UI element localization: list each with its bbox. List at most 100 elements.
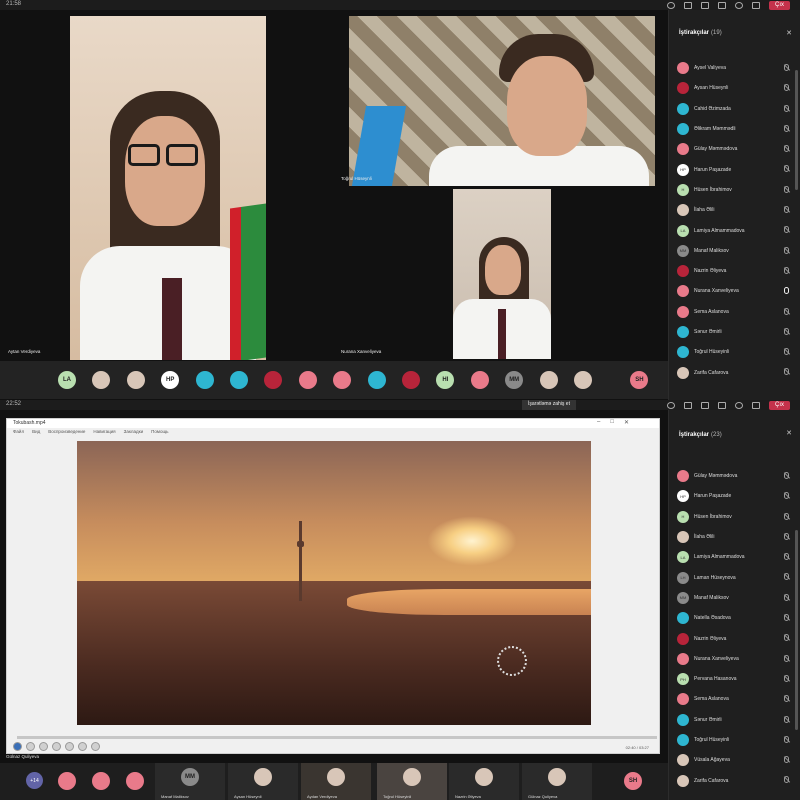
maximize-icon[interactable]: □ xyxy=(610,419,614,426)
participant-row[interactable]: Sema Aslanova xyxy=(677,689,793,709)
participant-row[interactable]: HP Harun Paşazade xyxy=(677,486,793,506)
participant-avatar[interactable]: HI xyxy=(436,371,455,389)
participant-avatar[interactable] xyxy=(230,371,248,389)
participant-avatar[interactable] xyxy=(195,371,214,389)
player-menu-item[interactable]: Файл xyxy=(13,429,24,435)
participant-avatar[interactable] xyxy=(92,371,111,389)
video-tile-togrul[interactable] xyxy=(349,16,655,186)
participant-row[interactable]: LA Lamiya Almammadova xyxy=(677,220,793,240)
rewind-icon[interactable] xyxy=(39,742,48,751)
participant-row[interactable]: MM Manaf Maliksov xyxy=(677,588,793,608)
chat-icon[interactable] xyxy=(684,1,692,9)
participant-row[interactable]: PH Pervana Hasanova xyxy=(677,669,793,689)
participant-row[interactable]: H Hüsen İbrahimov xyxy=(677,507,793,527)
participant-row[interactable]: LA Lamiya Almammadova xyxy=(677,547,793,567)
participant-row[interactable]: Nazrin Əliyeva xyxy=(677,628,793,648)
participant-row[interactable]: Aysel Valiyeva xyxy=(677,58,793,78)
participant-avatar[interactable]: LA xyxy=(58,371,76,389)
participant-avatar[interactable] xyxy=(58,772,76,790)
player-menu-item[interactable]: Закладки xyxy=(124,429,143,435)
next-icon[interactable] xyxy=(65,742,74,751)
share-icon[interactable] xyxy=(752,1,760,9)
participant-avatar[interactable] xyxy=(126,772,144,790)
participant-row[interactable]: Nurana Xanveliyeva xyxy=(677,281,793,301)
more-icon[interactable] xyxy=(701,401,709,409)
participant-row[interactable]: İlaha Əlili xyxy=(677,200,793,220)
player-menu-item[interactable]: Навигация xyxy=(93,429,115,435)
prev-icon[interactable] xyxy=(52,742,61,751)
participant-row[interactable]: HP Harun Paşazade xyxy=(677,159,793,179)
video-strip-tile[interactable]: Aysan Hüseynli xyxy=(228,763,298,800)
chat-icon[interactable] xyxy=(684,401,692,409)
participant-avatar[interactable] xyxy=(367,371,386,389)
participant-avatar[interactable]: HP xyxy=(161,371,180,389)
play-icon[interactable] xyxy=(13,742,22,751)
video-strip-tile[interactable]: Nazrin Əliyeva xyxy=(449,763,519,800)
close-icon[interactable]: ✕ xyxy=(786,29,792,37)
participant-avatar[interactable] xyxy=(333,371,352,389)
stop-icon[interactable] xyxy=(26,742,35,751)
playlist-icon[interactable] xyxy=(91,742,100,751)
participant-row[interactable]: LH Laman Hüseynova xyxy=(677,567,793,587)
participant-row[interactable]: Aysan Hüseynli xyxy=(677,78,793,98)
participant-row[interactable]: Zarifa Cafarova xyxy=(677,770,793,790)
participants-icon[interactable] xyxy=(667,401,675,409)
participant-row[interactable]: Gülay Məmmədova xyxy=(677,466,793,486)
video-strip-tile[interactable]: Gülnaz Quliyeva xyxy=(522,763,592,800)
mic-icon[interactable] xyxy=(735,1,743,9)
participant-row[interactable]: Sema Aslanova xyxy=(677,302,793,322)
participant-avatar[interactable] xyxy=(264,371,283,389)
participant-avatar[interactable] xyxy=(92,772,110,790)
camera-icon[interactable] xyxy=(718,401,726,409)
leave-button[interactable]: Çıx xyxy=(769,400,790,410)
media-player-window[interactable]: Tokubash.mp4 – □ ✕ Файл Вид Воспроизведени… xyxy=(6,418,660,754)
participant-row[interactable]: Zarifa Cafarova xyxy=(677,362,793,382)
close-icon[interactable]: ✕ xyxy=(786,429,792,437)
participant-row[interactable]: Sənur Əmirli xyxy=(677,710,793,730)
video-frame[interactable] xyxy=(77,441,591,725)
raise-hand-button[interactable]: İşarətləmə zahiş et xyxy=(522,400,576,410)
share-icon[interactable] xyxy=(752,401,760,409)
participants-icon[interactable] xyxy=(667,1,675,9)
participant-row[interactable]: Sənur Əmirli xyxy=(677,322,793,342)
participant-avatar[interactable]: MM xyxy=(505,371,524,389)
participant-avatar[interactable] xyxy=(298,371,317,389)
participant-avatar[interactable] xyxy=(574,371,592,389)
minimize-icon[interactable]: – xyxy=(597,419,600,426)
video-strip-tile[interactable]: Toğrul Hüseyinli xyxy=(377,763,447,800)
participant-row[interactable]: Nurana Xanveliyeva xyxy=(677,649,793,669)
participant-avatar[interactable] xyxy=(470,371,489,389)
close-icon[interactable]: ✕ xyxy=(624,419,629,426)
participant-row[interactable]: Vüsala Ağayeva xyxy=(677,750,793,770)
participant-row[interactable]: İlaha Əlili xyxy=(677,527,793,547)
player-menu-item[interactable]: Помощь xyxy=(151,429,168,435)
more-participants-badge[interactable]: +14 xyxy=(26,772,43,789)
forward-icon[interactable] xyxy=(78,742,87,751)
scrollbar[interactable] xyxy=(795,530,798,730)
video-strip-tile[interactable]: Aydan Verdiyeva xyxy=(301,763,371,800)
participant-row[interactable]: MM Manaf Maliksov xyxy=(677,241,793,261)
participant-avatar[interactable] xyxy=(402,371,420,389)
player-menu-item[interactable]: Вид xyxy=(32,429,40,435)
participant-row[interactable]: H Hüsen İbrahimov xyxy=(677,180,793,200)
more-icon[interactable] xyxy=(701,1,709,9)
participant-row[interactable]: Toğrul Hüseyinli xyxy=(677,730,793,750)
participant-row[interactable]: Nazrin Əliyeva xyxy=(677,261,793,281)
participant-row[interactable]: Cahid Əzimzada xyxy=(677,99,793,119)
seek-bar[interactable] xyxy=(17,736,657,739)
participant-row[interactable]: Əlikram Məmmədli xyxy=(677,119,793,139)
participant-row[interactable]: Natella Əsadova xyxy=(677,608,793,628)
participant-row[interactable]: Gülay Məmmədova xyxy=(677,139,793,159)
video-tile-aytan[interactable] xyxy=(70,16,266,360)
participant-avatar[interactable]: SH xyxy=(624,772,642,790)
video-tile-nurana[interactable] xyxy=(453,189,551,359)
participant-avatar[interactable]: SH xyxy=(630,371,649,389)
camera-icon[interactable] xyxy=(718,1,726,9)
mic-icon[interactable] xyxy=(735,401,743,409)
player-menu-item[interactable]: Воспроизведение xyxy=(48,429,85,435)
scrollbar[interactable] xyxy=(795,70,798,190)
leave-button[interactable]: Çıx xyxy=(769,0,790,10)
participant-avatar[interactable] xyxy=(126,371,145,389)
video-strip-tile[interactable]: MM Manaf Maliksov xyxy=(155,763,225,800)
participant-row[interactable]: Toğrul Hüseyinli xyxy=(677,342,793,362)
